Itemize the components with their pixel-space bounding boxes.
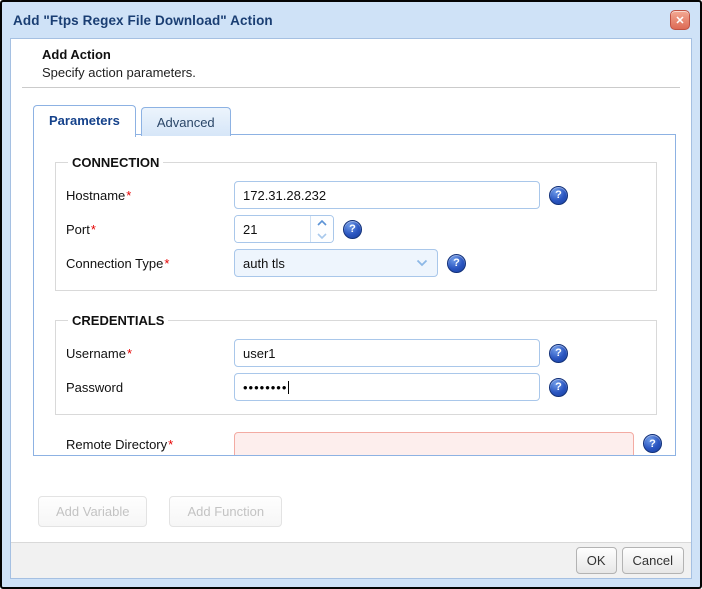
password-input[interactable]: ••••••••: [234, 373, 540, 401]
tab-advanced[interactable]: Advanced: [140, 107, 231, 136]
credentials-legend: CREDENTIALS: [72, 313, 165, 328]
required-mark: *: [126, 345, 133, 361]
port-spin-buttons: [310, 216, 333, 242]
port-row: Port* ?: [66, 215, 656, 243]
hostname-label: Hostname*: [66, 187, 132, 203]
hostname-row: Hostname* ?: [66, 181, 656, 209]
connection-type-value: auth tls: [243, 255, 285, 271]
credentials-fieldset: CREDENTIALS Username* ? Password •••••••…: [55, 313, 657, 415]
remote-directory-label: Remote Directory*: [66, 437, 174, 452]
header-divider: [22, 87, 680, 88]
parameters-tab-panel: CONNECTION Hostname* ? Port*: [33, 134, 676, 456]
dialog-window: Add "Ftps Regex File Download" Action ✕ …: [0, 0, 702, 589]
spinner-up-icon[interactable]: [311, 216, 333, 229]
password-masked-value: ••••••••: [243, 379, 288, 395]
variable-function-buttons: Add Variable Add Function: [38, 496, 283, 527]
port-label: Port*: [66, 221, 96, 237]
header-subtitle: Specify action parameters.: [42, 65, 196, 80]
help-icon[interactable]: ?: [643, 434, 662, 453]
remote-directory-row: Remote Directory* ?: [66, 432, 675, 455]
connection-type-label: Connection Type*: [66, 255, 170, 271]
help-icon[interactable]: ?: [343, 219, 362, 239]
help-icon[interactable]: ?: [447, 253, 466, 273]
add-function-button[interactable]: Add Function: [169, 496, 283, 527]
ok-button[interactable]: OK: [575, 547, 617, 574]
hostname-input[interactable]: [234, 181, 540, 209]
spinner-down-icon[interactable]: [311, 229, 333, 242]
required-mark: *: [164, 255, 170, 271]
cancel-button[interactable]: Cancel: [621, 547, 684, 574]
dialog-body: Add Action Specify action parameters. Pa…: [10, 38, 692, 579]
help-icon[interactable]: ?: [549, 377, 568, 397]
dialog-titlebar: Add "Ftps Regex File Download" Action ✕: [13, 6, 690, 34]
required-mark: *: [168, 437, 174, 452]
dialog-title: Add "Ftps Regex File Download" Action: [13, 12, 273, 28]
help-icon[interactable]: ?: [549, 185, 568, 205]
port-spinner: [234, 215, 334, 243]
username-label: Username*: [66, 345, 133, 361]
required-mark: *: [90, 221, 96, 237]
remote-directory-input[interactable]: [234, 432, 634, 455]
text-cursor: [288, 380, 290, 394]
password-row: Password •••••••• ?: [66, 373, 656, 401]
username-input[interactable]: [234, 339, 540, 367]
dialog-header: Add Action Specify action parameters.: [11, 39, 691, 80]
dialog-footer: OK Cancel: [11, 542, 691, 578]
connection-type-select[interactable]: auth tls: [234, 249, 438, 277]
required-mark: *: [126, 187, 132, 203]
tab-bar: Parameters Advanced: [33, 105, 231, 137]
connection-type-row: Connection Type* auth tls ?: [66, 249, 656, 277]
close-icon[interactable]: ✕: [670, 10, 690, 30]
tab-parameters[interactable]: Parameters: [33, 105, 136, 137]
add-variable-button[interactable]: Add Variable: [38, 496, 148, 527]
connection-fieldset: CONNECTION Hostname* ? Port*: [55, 155, 657, 291]
connection-legend: CONNECTION: [72, 155, 160, 170]
help-icon[interactable]: ?: [549, 343, 568, 363]
password-label: Password: [66, 379, 124, 395]
header-title: Add Action: [42, 47, 111, 62]
chevron-down-icon: [416, 259, 437, 267]
port-input[interactable]: [235, 216, 310, 242]
username-row: Username* ?: [66, 339, 656, 367]
